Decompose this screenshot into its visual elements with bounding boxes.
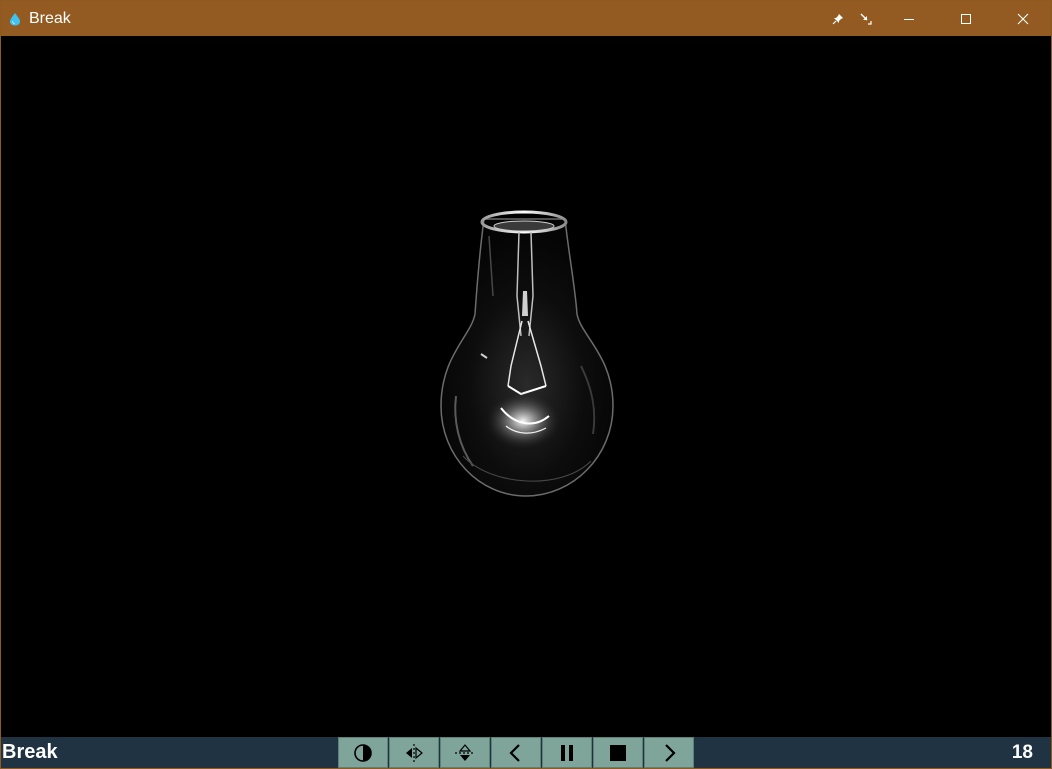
previous-icon (509, 743, 520, 762)
flip-horizontal-icon (406, 743, 423, 762)
status-bar: Break 18 (1, 737, 1051, 768)
close-icon (1017, 13, 1028, 24)
resize-icon[interactable] (852, 1, 880, 36)
title-bar[interactable]: Break (1, 1, 1051, 36)
close-button[interactable] (994, 1, 1051, 36)
next-button[interactable] (644, 737, 694, 768)
maximize-button[interactable] (937, 1, 994, 36)
minimize-icon (903, 18, 914, 20)
window-title: Break (29, 9, 71, 27)
contrast-icon (354, 743, 372, 762)
maximize-icon (960, 13, 971, 24)
previous-button[interactable] (491, 737, 541, 768)
stop-button[interactable] (593, 737, 643, 768)
image-viewport[interactable] (1, 36, 1051, 737)
remaining-seconds-counter: 18 (1011, 742, 1033, 763)
playback-controls (338, 737, 695, 768)
flip-vertical-button[interactable] (440, 737, 490, 768)
image-name-label: Break (2, 741, 58, 763)
minimize-button[interactable] (880, 1, 937, 36)
water-drop-icon (1, 1, 29, 36)
stop-icon (610, 744, 626, 761)
next-icon (665, 743, 676, 762)
flip-vertical-icon (455, 743, 475, 761)
light-bulb-image (440, 210, 614, 497)
app-window: Break Break 18 (0, 0, 1052, 769)
flip-horizontal-button[interactable] (389, 737, 439, 768)
pin-icon[interactable] (824, 1, 852, 36)
pause-button[interactable] (542, 737, 592, 768)
window-controls (824, 1, 1051, 36)
pause-icon (561, 744, 573, 761)
contrast-button[interactable] (338, 737, 388, 768)
